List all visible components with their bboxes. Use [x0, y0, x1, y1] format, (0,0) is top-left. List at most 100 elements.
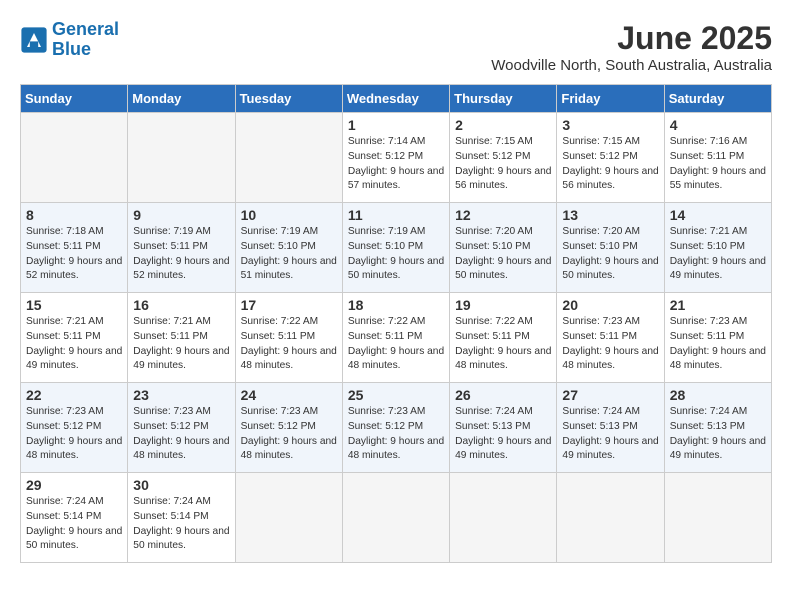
sunset-text: Sunset: 5:14 PM	[26, 511, 101, 522]
day-number: 9	[133, 207, 229, 223]
day-number: 26	[455, 387, 551, 403]
day-cell-22: 22 Sunrise: 7:23 AM Sunset: 5:12 PM Dayl…	[21, 383, 128, 473]
day-info: Sunrise: 7:19 AM Sunset: 5:11 PM Dayligh…	[133, 225, 229, 284]
day-info: Sunrise: 7:20 AM Sunset: 5:10 PM Dayligh…	[455, 225, 551, 284]
day-cell-28: 28 Sunrise: 7:24 AM Sunset: 5:13 PM Dayl…	[664, 383, 771, 473]
daylight-text: Daylight: 9 hours and 49 minutes.	[670, 256, 766, 282]
sunrise-text: Sunrise: 7:14 AM	[348, 136, 426, 147]
day-number: 15	[26, 297, 122, 313]
day-cell-16: 16 Sunrise: 7:21 AM Sunset: 5:11 PM Dayl…	[128, 293, 235, 383]
day-number: 13	[562, 207, 658, 223]
logo-line2: Blue	[52, 39, 91, 59]
daylight-text: Daylight: 9 hours and 49 minutes.	[562, 436, 658, 462]
daylight-text: Daylight: 9 hours and 49 minutes.	[133, 346, 229, 372]
sunset-text: Sunset: 5:14 PM	[133, 511, 208, 522]
day-number: 19	[455, 297, 551, 313]
day-info: Sunrise: 7:23 AM Sunset: 5:11 PM Dayligh…	[670, 315, 766, 374]
day-number: 2	[455, 117, 551, 133]
logo-icon	[20, 26, 48, 54]
sunrise-text: Sunrise: 7:22 AM	[348, 316, 426, 327]
sunrise-text: Sunrise: 7:24 AM	[562, 406, 640, 417]
day-info: Sunrise: 7:22 AM Sunset: 5:11 PM Dayligh…	[348, 315, 444, 374]
sunset-text: Sunset: 5:12 PM	[455, 151, 530, 162]
sunset-text: Sunset: 5:12 PM	[133, 421, 208, 432]
day-number: 21	[670, 297, 766, 313]
sunrise-text: Sunrise: 7:23 AM	[241, 406, 319, 417]
day-cell-11: 11 Sunrise: 7:19 AM Sunset: 5:10 PM Dayl…	[342, 203, 449, 293]
empty-cell	[557, 473, 664, 563]
sunset-text: Sunset: 5:11 PM	[241, 331, 316, 342]
calendar-week-3: 15 Sunrise: 7:21 AM Sunset: 5:11 PM Dayl…	[21, 293, 772, 383]
sunset-text: Sunset: 5:13 PM	[455, 421, 530, 432]
day-number: 29	[26, 477, 122, 493]
day-info: Sunrise: 7:19 AM Sunset: 5:10 PM Dayligh…	[241, 225, 337, 284]
weekday-header-sunday: Sunday	[21, 85, 128, 113]
day-info: Sunrise: 7:24 AM Sunset: 5:13 PM Dayligh…	[562, 405, 658, 464]
day-cell-8: 8 Sunrise: 7:18 AM Sunset: 5:11 PM Dayli…	[21, 203, 128, 293]
day-number: 28	[670, 387, 766, 403]
day-cell-29: 29 Sunrise: 7:24 AM Sunset: 5:14 PM Dayl…	[21, 473, 128, 563]
sunset-text: Sunset: 5:12 PM	[348, 151, 423, 162]
daylight-text: Daylight: 9 hours and 56 minutes.	[455, 166, 551, 192]
day-number: 20	[562, 297, 658, 313]
location-title: Woodville North, South Australia, Austra…	[491, 57, 772, 74]
sunrise-text: Sunrise: 7:15 AM	[562, 136, 640, 147]
day-number: 22	[26, 387, 122, 403]
sunset-text: Sunset: 5:11 PM	[562, 331, 637, 342]
day-cell-18: 18 Sunrise: 7:22 AM Sunset: 5:11 PM Dayl…	[342, 293, 449, 383]
day-cell-1: 1 Sunrise: 7:14 AM Sunset: 5:12 PM Dayli…	[342, 113, 449, 203]
day-number: 8	[26, 207, 122, 223]
sunset-text: Sunset: 5:13 PM	[670, 421, 745, 432]
sunrise-text: Sunrise: 7:21 AM	[26, 316, 104, 327]
day-cell-9: 9 Sunrise: 7:19 AM Sunset: 5:11 PM Dayli…	[128, 203, 235, 293]
day-number: 11	[348, 207, 444, 223]
daylight-text: Daylight: 9 hours and 48 minutes.	[562, 346, 658, 372]
sunrise-text: Sunrise: 7:20 AM	[455, 226, 533, 237]
sunrise-text: Sunrise: 7:23 AM	[562, 316, 640, 327]
daylight-text: Daylight: 9 hours and 48 minutes.	[241, 346, 337, 372]
daylight-text: Daylight: 9 hours and 50 minutes.	[562, 256, 658, 282]
sunrise-text: Sunrise: 7:19 AM	[241, 226, 319, 237]
sunrise-text: Sunrise: 7:16 AM	[670, 136, 748, 147]
sunrise-text: Sunrise: 7:23 AM	[26, 406, 104, 417]
day-cell-15: 15 Sunrise: 7:21 AM Sunset: 5:11 PM Dayl…	[21, 293, 128, 383]
day-info: Sunrise: 7:19 AM Sunset: 5:10 PM Dayligh…	[348, 225, 444, 284]
day-info: Sunrise: 7:21 AM Sunset: 5:10 PM Dayligh…	[670, 225, 766, 284]
logo: General Blue	[20, 20, 119, 60]
sunset-text: Sunset: 5:11 PM	[670, 151, 745, 162]
daylight-text: Daylight: 9 hours and 50 minutes.	[133, 526, 229, 552]
logo-line1: General	[52, 19, 119, 39]
day-info: Sunrise: 7:24 AM Sunset: 5:14 PM Dayligh…	[26, 495, 122, 554]
daylight-text: Daylight: 9 hours and 49 minutes.	[670, 436, 766, 462]
day-number: 25	[348, 387, 444, 403]
sunrise-text: Sunrise: 7:23 AM	[133, 406, 211, 417]
day-cell-4: 4 Sunrise: 7:16 AM Sunset: 5:11 PM Dayli…	[664, 113, 771, 203]
sunrise-text: Sunrise: 7:20 AM	[562, 226, 640, 237]
weekday-header-tuesday: Tuesday	[235, 85, 342, 113]
day-number: 12	[455, 207, 551, 223]
calendar-week-5: 29 Sunrise: 7:24 AM Sunset: 5:14 PM Dayl…	[21, 473, 772, 563]
sunset-text: Sunset: 5:10 PM	[455, 241, 530, 252]
sunrise-text: Sunrise: 7:21 AM	[670, 226, 748, 237]
day-cell-14: 14 Sunrise: 7:21 AM Sunset: 5:10 PM Dayl…	[664, 203, 771, 293]
sunrise-text: Sunrise: 7:19 AM	[133, 226, 211, 237]
day-info: Sunrise: 7:16 AM Sunset: 5:11 PM Dayligh…	[670, 135, 766, 194]
day-info: Sunrise: 7:21 AM Sunset: 5:11 PM Dayligh…	[133, 315, 229, 374]
sunrise-text: Sunrise: 7:15 AM	[455, 136, 533, 147]
day-info: Sunrise: 7:23 AM Sunset: 5:12 PM Dayligh…	[133, 405, 229, 464]
weekday-header-friday: Friday	[557, 85, 664, 113]
day-cell-17: 17 Sunrise: 7:22 AM Sunset: 5:11 PM Dayl…	[235, 293, 342, 383]
sunset-text: Sunset: 5:11 PM	[26, 241, 101, 252]
daylight-text: Daylight: 9 hours and 48 minutes.	[455, 346, 551, 372]
weekday-header-saturday: Saturday	[664, 85, 771, 113]
day-info: Sunrise: 7:23 AM Sunset: 5:12 PM Dayligh…	[241, 405, 337, 464]
day-info: Sunrise: 7:24 AM Sunset: 5:14 PM Dayligh…	[133, 495, 229, 554]
sunrise-text: Sunrise: 7:19 AM	[348, 226, 426, 237]
daylight-text: Daylight: 9 hours and 50 minutes.	[455, 256, 551, 282]
sunrise-text: Sunrise: 7:24 AM	[133, 496, 211, 507]
sunset-text: Sunset: 5:12 PM	[26, 421, 101, 432]
sunset-text: Sunset: 5:12 PM	[562, 151, 637, 162]
day-cell-24: 24 Sunrise: 7:23 AM Sunset: 5:12 PM Dayl…	[235, 383, 342, 473]
sunset-text: Sunset: 5:11 PM	[133, 331, 208, 342]
day-cell-19: 19 Sunrise: 7:22 AM Sunset: 5:11 PM Dayl…	[450, 293, 557, 383]
